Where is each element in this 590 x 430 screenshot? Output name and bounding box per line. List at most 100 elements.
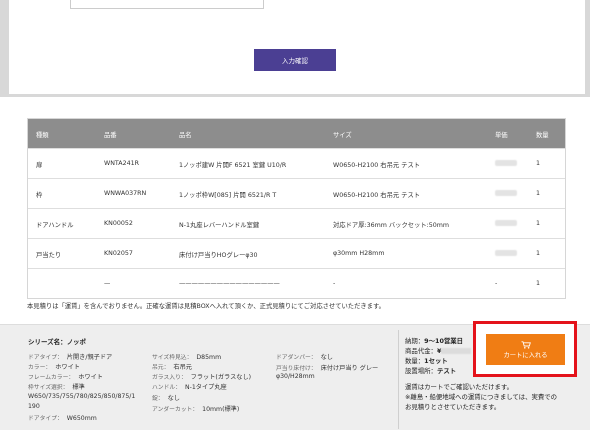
spec-undercut: アンダーカット： 10mm(標準) xyxy=(152,404,239,413)
cell-type: 戸当たり xyxy=(36,252,62,259)
spec-value: N-1タイプ丸座 xyxy=(185,384,227,391)
cell-qty: 1 xyxy=(536,220,541,227)
cell-name: N-1丸座レバーハンドル室鍵 xyxy=(179,222,260,229)
table-row: ドアハンドル KN00052 N-1丸座レバーハンドル室鍵 対応ドア厚:36mm… xyxy=(28,208,565,238)
spec-damper: ドアダンパー： なし xyxy=(276,352,333,361)
cell-code: KN00052 xyxy=(104,220,133,227)
spec-label: 枠サイズ選択： xyxy=(28,385,69,391)
cell-qty: 1 xyxy=(536,160,541,167)
spec-label: 戸当り床付け： xyxy=(276,366,317,372)
header-code: 品番 xyxy=(104,132,117,139)
spec-color: カラー： ホワイト xyxy=(28,362,80,371)
spec-value: W650mm xyxy=(66,415,97,422)
cell-size: 対応ドア厚:36mm バックセット:50mm xyxy=(333,222,450,229)
spec-value: 床付け戸当り グレー xyxy=(320,365,379,372)
spec-label: フレームカラー： xyxy=(28,375,75,381)
header-name: 品名 xyxy=(179,132,192,139)
add-to-cart-button[interactable]: カートに入れる xyxy=(486,334,565,365)
spec-value: 片開き/親子ドア xyxy=(66,354,113,361)
place-value: テスト xyxy=(436,367,457,375)
cell-type: ドアハンドル xyxy=(36,222,74,229)
spec-widths-cont: 190 xyxy=(28,403,40,410)
order-quantity: 数量：1セット xyxy=(405,356,448,365)
cell-size: φ30mm H28mm xyxy=(333,250,385,257)
spec-value: ホワイト xyxy=(55,364,80,371)
spec-glass: ガラス入り： フラット(ガラスなし) xyxy=(152,372,251,381)
header-unit-price: 単価 xyxy=(495,132,508,139)
header-qty: 数量 xyxy=(536,132,549,139)
qty-label: 数量： xyxy=(405,357,425,365)
spec-label: ドアタイプ： xyxy=(28,355,63,361)
cell-price-blurred xyxy=(495,190,517,198)
spec-widths: W650/735/755/780/825/850/875/1 xyxy=(28,393,136,400)
cell-qty: 1 xyxy=(536,190,541,197)
series-value: ノッポ xyxy=(66,338,87,346)
spec-label: ドアタイプ： xyxy=(28,416,63,422)
delivery-label: 納期： xyxy=(405,337,425,345)
cell-name: 1ノッポ枠W[085] 片開 6521/R T xyxy=(179,192,277,199)
cell-price-blurred xyxy=(495,220,517,228)
cell-type: 扉 xyxy=(36,162,43,169)
spec-label: 吊元： xyxy=(152,365,170,371)
spec-value: フラット(ガラスなし) xyxy=(190,374,252,381)
spec-value: ホワイト xyxy=(78,374,103,381)
spec-value: 標準 xyxy=(72,384,85,391)
delivery-time: 納期：9～10営業日 xyxy=(405,336,463,345)
cell-name: 1ノッポ建W 片開F 6521 室鍵 U10/R xyxy=(179,162,287,169)
spec-label: ハンドル： xyxy=(152,385,181,391)
price-blurred xyxy=(441,348,472,354)
cart-icon xyxy=(521,340,531,349)
spec-label: 錠： xyxy=(152,396,164,402)
cell-code: WNWA037RN xyxy=(104,190,147,197)
cell-qty: 1 xyxy=(536,250,541,257)
estimate-table: 種類 品番 品名 サイズ 単価 数量 扉 WNTA241R 1ノッポ建W 片開F… xyxy=(27,118,566,299)
confirm-input-button[interactable]: 入力確認 xyxy=(254,49,336,71)
page: 入力確認 種類 品番 品名 サイズ 単価 数量 扉 WNTA241R 1ノッポ建… xyxy=(0,0,590,430)
spec-door-type: ドアタイプ： 片開き/親子ドア xyxy=(28,352,112,361)
spec-value: 10mm(標準) xyxy=(202,406,240,413)
previous-input-field[interactable] xyxy=(70,0,264,9)
spec-value: D85mm xyxy=(196,354,222,361)
cell-size: - xyxy=(333,280,336,287)
cell-code: — xyxy=(104,280,111,287)
cell-price: - xyxy=(495,280,498,287)
cell-size: W0650-H2100 右吊元 テスト xyxy=(333,192,421,199)
spec-label: アンダーカット： xyxy=(152,407,199,413)
spec-stopper-size: φ30/H28mm xyxy=(276,373,315,380)
cell-qty: 1 xyxy=(536,280,541,287)
spec-hinge: 吊元： 右吊元 xyxy=(152,362,192,371)
cell-code: KN02057 xyxy=(104,250,133,257)
cell-type: 枠 xyxy=(36,192,43,199)
table-row: — ———————————————— - - 1 xyxy=(28,268,565,298)
spec-frame-color: フレームカラー： ホワイト xyxy=(28,372,103,381)
spec-label: ドアダンパー： xyxy=(276,355,317,361)
spec-lock: 錠： なし xyxy=(152,393,180,402)
spec-extra: ドアタイプ： W650mm xyxy=(28,413,97,422)
cell-price-blurred xyxy=(495,250,517,258)
spec-value: なし xyxy=(167,395,180,402)
table-row: 戸当たり KN02057 床付け戸当りHOグレーφ30 φ30mm H28mm … xyxy=(28,238,565,268)
spec-label: サイズ枠見込： xyxy=(152,355,193,361)
header-type: 種類 xyxy=(36,132,49,139)
place-label: 設置場所： xyxy=(405,367,437,375)
table-row: 枠 WNWA037RN 1ノッポ枠W[085] 片開 6521/R T W065… xyxy=(28,178,565,208)
cell-size: W0650-H2100 右吊元 テスト xyxy=(333,162,421,169)
form-panel xyxy=(9,0,585,94)
spec-label: カラー： xyxy=(28,365,52,371)
spec-frame-size: 枠サイズ選択： 標準 xyxy=(28,382,85,391)
price-label: 商品代金： xyxy=(405,347,437,355)
summary-divider xyxy=(398,330,399,429)
table-row: 扉 WNTA241R 1ノッポ建W 片開F 6521 室鍵 U10/R W065… xyxy=(28,148,565,178)
qty-value: 1セット xyxy=(424,357,448,365)
header-size: サイズ xyxy=(333,132,352,139)
product-price: 商品代金：¥ xyxy=(405,346,472,355)
spec-handle: ハンドル： N-1タイプ丸座 xyxy=(152,382,227,391)
shipping-note-2: ※離島・船便地域への運賃につきましては、実費での xyxy=(405,393,558,401)
shipping-note-3: お見積りとさせていただきます。 xyxy=(405,403,501,411)
cell-code: WNTA241R xyxy=(104,160,139,167)
spec-stopper: 戸当り床付け： 床付け戸当り グレー xyxy=(276,363,378,372)
delivery-value: 9～10営業日 xyxy=(424,337,464,345)
spec-frame-depth: サイズ枠見込： D85mm xyxy=(152,352,221,361)
cell-price-blurred xyxy=(495,160,517,168)
table-header-row: 種類 品番 品名 サイズ 単価 数量 xyxy=(28,119,565,148)
